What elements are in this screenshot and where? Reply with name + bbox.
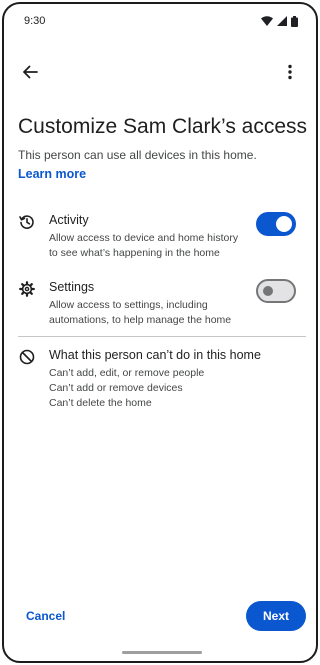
status-bar: 9:30 bbox=[4, 4, 316, 38]
toggle-knob bbox=[276, 216, 292, 232]
permission-activity-title: Activity bbox=[49, 213, 89, 227]
status-time: 9:30 bbox=[24, 15, 46, 27]
status-icons bbox=[261, 15, 298, 27]
block-icon bbox=[18, 348, 36, 366]
signal-icon bbox=[277, 16, 287, 26]
settings-toggle[interactable] bbox=[256, 279, 296, 303]
list-item: Can’t delete the home bbox=[49, 397, 152, 409]
phone-screen: 9:30 Customize Sam Clark’s access This p… bbox=[2, 2, 318, 663]
more-vert-icon bbox=[288, 64, 292, 80]
page-title: Customize Sam Clark’s access bbox=[18, 115, 308, 138]
permission-settings-title: Settings bbox=[49, 280, 95, 294]
settings-gear-icon bbox=[18, 280, 36, 298]
history-icon bbox=[18, 213, 36, 231]
list-item: Can’t add, edit, or remove people bbox=[49, 367, 205, 379]
back-button[interactable] bbox=[18, 60, 42, 84]
learn-more-link[interactable]: Learn more bbox=[18, 166, 86, 182]
battery-icon bbox=[291, 15, 298, 27]
app-bar bbox=[4, 56, 316, 88]
restrictions-title: What this person can’t do in this home bbox=[49, 348, 261, 362]
section-divider bbox=[18, 336, 306, 337]
permission-activity-text: Activity Allow access to device and home… bbox=[49, 212, 249, 261]
home-indicator[interactable] bbox=[122, 651, 202, 654]
permission-settings-description: Allow access to settings, including auto… bbox=[49, 299, 232, 326]
next-button[interactable]: Next bbox=[246, 601, 306, 631]
more-options-button[interactable] bbox=[278, 60, 302, 84]
cancel-button[interactable]: Cancel bbox=[26, 603, 65, 629]
page-subtitle: This person can use all devices in this … bbox=[18, 148, 257, 162]
permission-settings-text: Settings Allow access to settings, inclu… bbox=[49, 279, 249, 328]
restrictions-text: What this person can’t do in this home C… bbox=[49, 347, 299, 411]
restrictions-list: Can’t add, edit, or remove people Can’t … bbox=[49, 366, 299, 411]
arrow-back-icon bbox=[23, 65, 38, 79]
list-item: Can’t add or remove devices bbox=[49, 382, 183, 394]
permission-activity-description: Allow access to device and home history … bbox=[49, 232, 239, 259]
toggle-knob bbox=[263, 286, 273, 296]
wifi-icon bbox=[261, 16, 273, 26]
activity-toggle[interactable] bbox=[256, 212, 296, 236]
